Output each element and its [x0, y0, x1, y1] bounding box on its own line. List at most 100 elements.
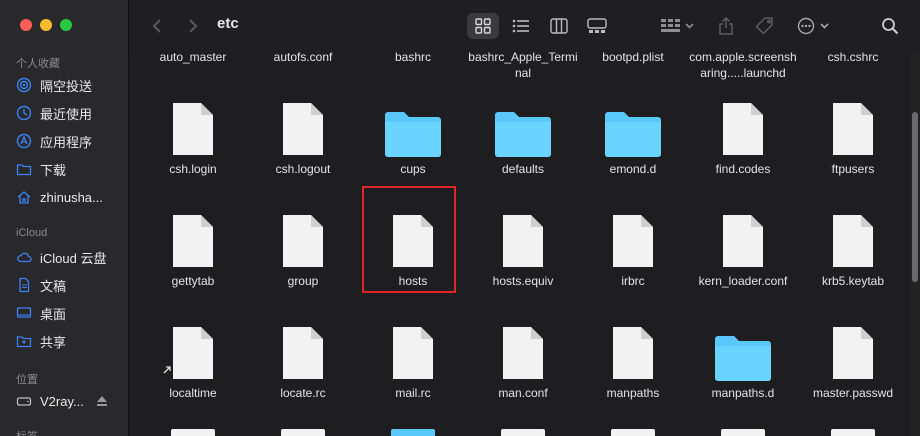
- icon-view-button[interactable]: [467, 13, 499, 39]
- file-item[interactable]: ftpusers: [798, 93, 908, 193]
- tag-button[interactable]: [751, 13, 779, 39]
- sidebar-item-label: 文稿: [40, 278, 67, 294]
- sidebar-item-documents[interactable]: 文稿: [16, 272, 66, 298]
- zoom-button[interactable]: [60, 19, 72, 31]
- file-name: defaults: [501, 162, 545, 176]
- folder-icon: [16, 164, 32, 176]
- document-icon: [281, 429, 325, 436]
- ellipsis-circle-icon: [797, 17, 829, 35]
- document-icon: [578, 205, 688, 269]
- scroll-thumb[interactable]: [912, 112, 918, 282]
- document-icon: [138, 93, 248, 157]
- sidebar-item-label: 应用程序: [40, 134, 93, 150]
- file-item[interactable]: gettytab: [138, 205, 248, 305]
- file-item[interactable]: csh.login: [138, 93, 248, 193]
- chevron-right-icon: [189, 19, 198, 33]
- sidebar-section-icloud: iCloud: [16, 227, 48, 239]
- file-name: manpaths.d: [711, 386, 775, 400]
- sidebar-item-label: 下载: [40, 162, 67, 178]
- file-item[interactable]: autofs.conf: [248, 49, 358, 65]
- sidebar-item-applications[interactable]: 应用程序: [16, 128, 92, 154]
- file-item[interactable]: group: [248, 205, 358, 305]
- document-icon: [171, 429, 215, 436]
- file-item[interactable]: bashrc: [358, 49, 468, 65]
- sidebar-item-icloud-drive[interactable]: iCloud 云盘: [16, 244, 106, 270]
- file-name: hosts.equiv: [492, 274, 554, 288]
- file-item[interactable]: find.codes: [688, 93, 798, 193]
- file-item[interactable]: bashrc_Apple_Terminal: [468, 49, 578, 81]
- file-name: bashrc_Apple_Terminal: [468, 50, 578, 80]
- file-item[interactable]: mail.rc: [358, 317, 468, 417]
- file-name: master.passwd: [812, 386, 894, 400]
- folder-item[interactable]: cups: [358, 93, 468, 193]
- minimize-button[interactable]: [40, 19, 52, 31]
- group-button[interactable]: [657, 13, 699, 39]
- folder-item[interactable]: emond.d: [578, 93, 688, 193]
- file-name: bootpd.plist: [602, 50, 664, 64]
- file-item[interactable]: kern_loader.conf: [688, 205, 798, 305]
- vertical-scrollbar[interactable]: [910, 52, 920, 436]
- sidebar-item-label: 共享: [40, 334, 67, 350]
- sidebar-section-locations: 位置: [16, 374, 38, 386]
- file-item[interactable]: locate.rc: [248, 317, 358, 417]
- cloud-icon: [17, 252, 32, 263]
- sidebar-item-airdrop[interactable]: 隔空投送: [16, 72, 92, 98]
- file-item[interactable]: com.apple.screensharing.....launchd: [688, 49, 798, 81]
- folder-item[interactable]: manpaths.d: [688, 317, 798, 417]
- file-item[interactable]: manpaths: [578, 317, 688, 417]
- document-icon: [798, 205, 908, 269]
- list-view-button[interactable]: [505, 13, 537, 39]
- document-icon: [798, 317, 908, 381]
- disk-icon: [16, 397, 32, 406]
- file-item[interactable]: irbrc: [578, 205, 688, 305]
- close-button[interactable]: [20, 19, 32, 31]
- sidebar-item-home[interactable]: zhinusha...: [16, 184, 103, 210]
- sidebar-item-v2ray-disk[interactable]: V2ray...: [16, 388, 84, 414]
- file-name: mail.rc: [395, 386, 431, 400]
- column-view-button[interactable]: [543, 13, 575, 39]
- file-item[interactable]: bootpd.plist: [578, 49, 688, 65]
- file-name: emond.d: [609, 162, 657, 176]
- file-item[interactable]: csh.logout: [248, 93, 358, 193]
- home-icon: [17, 191, 31, 204]
- document-icon: [468, 317, 578, 381]
- file-name: localtime: [169, 386, 217, 400]
- document-icon: [721, 429, 765, 436]
- file-item[interactable]: man.conf: [468, 317, 578, 417]
- file-name: irbrc: [621, 274, 645, 288]
- file-name: cups: [400, 162, 426, 176]
- clock-icon: [16, 105, 32, 121]
- more-actions-button[interactable]: [795, 13, 835, 39]
- sidebar-item-downloads[interactable]: 下载: [16, 156, 66, 182]
- document-icon: [248, 93, 358, 157]
- file-grid: auto_master autofs.conf bashrc bashrc_Apple…: [129, 45, 910, 436]
- file-name: ftpusers: [831, 162, 875, 176]
- document-icon: [831, 429, 875, 436]
- file-item[interactable]: localtime: [138, 317, 248, 417]
- share-button[interactable]: [713, 13, 739, 39]
- file-item[interactable]: hosts.equiv: [468, 205, 578, 305]
- file-name: krb5.keytab: [821, 274, 885, 288]
- folder-item[interactable]: defaults: [468, 93, 578, 193]
- finder-window: 个人收藏 隔空投送 最近使用 应用程序 下载 zhinusha... iClou…: [0, 0, 920, 436]
- file-name: csh.login: [169, 162, 217, 176]
- sidebar-item-shared[interactable]: 共享: [16, 328, 66, 354]
- sidebar-item-recents[interactable]: 最近使用: [16, 100, 92, 126]
- back-button[interactable]: [147, 13, 167, 39]
- document-icon: [611, 429, 655, 436]
- folder-icon: [578, 93, 688, 157]
- file-item[interactable]: krb5.keytab: [798, 205, 908, 305]
- file-item[interactable]: auto_master: [138, 49, 248, 65]
- sidebar-item-label: V2ray...: [40, 393, 84, 409]
- file-item[interactable]: csh.cshrc: [798, 49, 908, 65]
- sidebar-section-tags: 标签: [16, 428, 38, 436]
- file-item[interactable]: master.passwd: [798, 317, 908, 417]
- sidebar-item-desktop[interactable]: 桌面: [16, 300, 66, 326]
- alias-arrow-icon: [163, 366, 171, 374]
- document-icon: [688, 205, 798, 269]
- eject-icon[interactable]: [96, 394, 108, 408]
- search-button[interactable]: [877, 13, 903, 39]
- forward-button[interactable]: [183, 13, 203, 39]
- applications-icon: [16, 133, 32, 149]
- gallery-view-button[interactable]: [581, 13, 613, 39]
